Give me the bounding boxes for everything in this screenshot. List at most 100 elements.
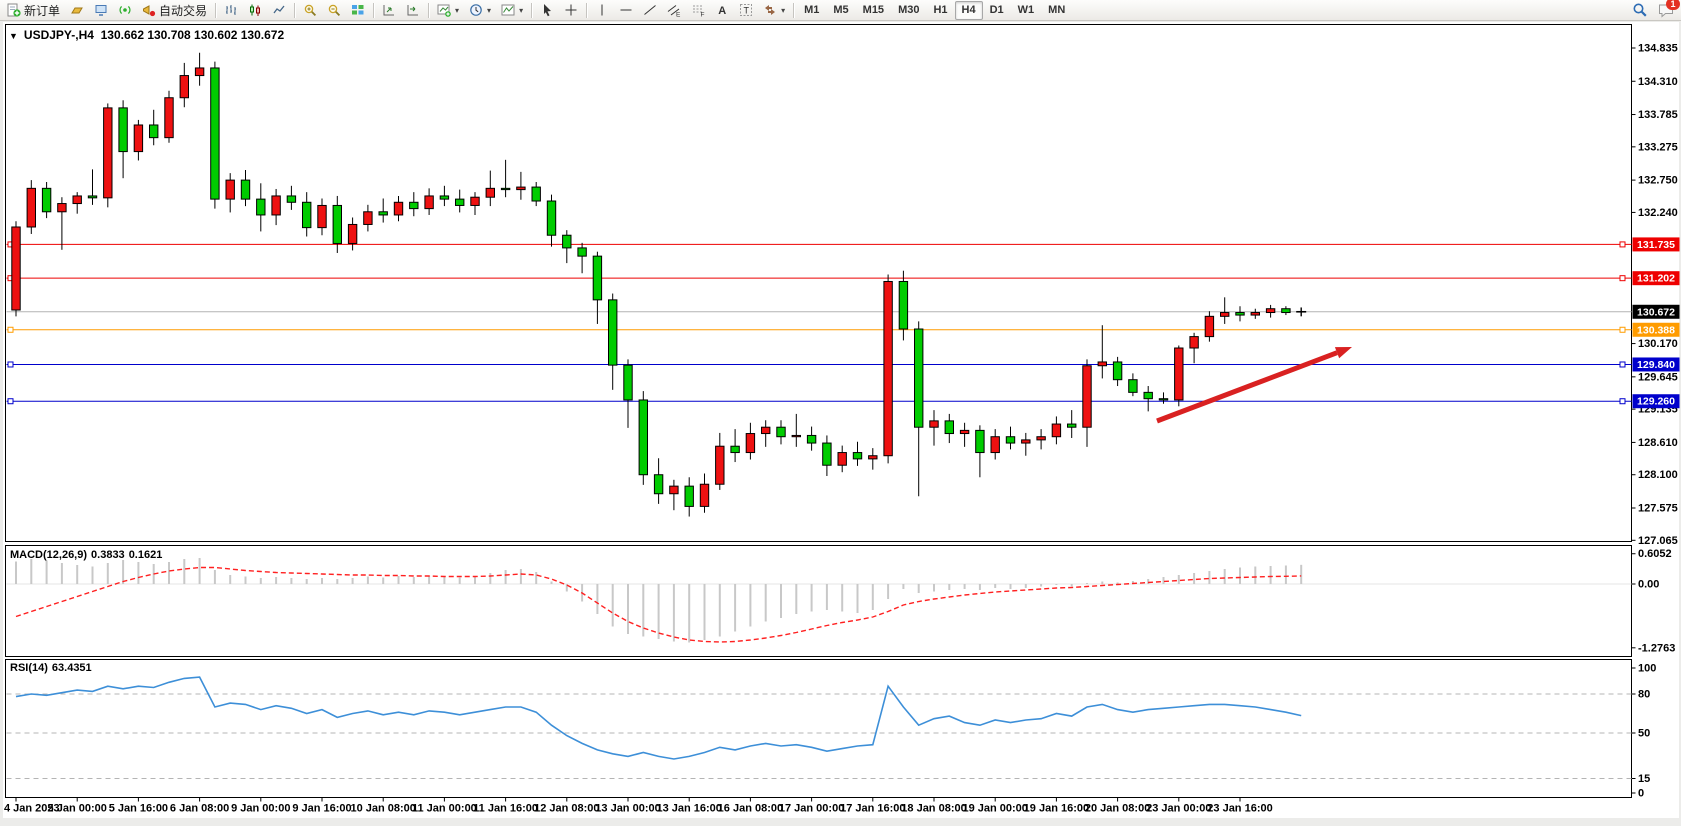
- crosshair-icon[interactable]: [559, 0, 583, 21]
- symbol-dropdown-icon[interactable]: ▼: [9, 31, 18, 41]
- text-icon[interactable]: A: [710, 0, 734, 21]
- candle-up: [134, 125, 142, 152]
- tf-d1-button[interactable]: D1: [983, 1, 1011, 20]
- new-chart-dropdown[interactable]: ▾: [432, 0, 464, 21]
- candle-up: [364, 212, 372, 225]
- time-axis-label: 10 Jan 08:00: [350, 803, 415, 815]
- label-icon[interactable]: T: [734, 0, 758, 21]
- chat-button[interactable]: 1: [1653, 0, 1679, 21]
- candle-up: [1022, 440, 1030, 443]
- svg-text:132.750: 132.750: [1638, 175, 1678, 187]
- tf-m5-button[interactable]: M5: [826, 1, 855, 20]
- fibonacci-icon[interactable]: F: [686, 0, 710, 21]
- ohlc-values: 130.662 130.708 130.602 130.672: [101, 28, 285, 42]
- autotrading-button[interactable]: 自动交易: [137, 0, 212, 21]
- candle-down: [1113, 362, 1121, 380]
- templates-dropdown[interactable]: ▾: [496, 0, 528, 21]
- tf-h4-button[interactable]: H4: [955, 1, 983, 20]
- line-handle[interactable]: [1620, 399, 1625, 404]
- channel-icon[interactable]: E: [662, 0, 686, 21]
- time-axis-label: 6 Jan 08:00: [170, 803, 229, 815]
- line-handle[interactable]: [8, 399, 13, 404]
- svg-text:127.575: 127.575: [1638, 502, 1678, 514]
- candle-down: [563, 235, 571, 248]
- candle-down: [547, 201, 555, 235]
- candle-up: [792, 435, 800, 436]
- tf-m1-button[interactable]: M1: [797, 1, 826, 20]
- terminal-window: 新订单自动交易▾▾▾EFAT▾M1M5M15M30H1H4D1W1MN1 134…: [0, 0, 1681, 826]
- svg-text:0.6052: 0.6052: [1638, 548, 1672, 560]
- auto-scroll-icon[interactable]: [401, 0, 425, 21]
- rsi-pane: [6, 660, 1632, 798]
- tf-w1-button[interactable]: W1: [1011, 1, 1042, 20]
- chart-shift-icon[interactable]: [377, 0, 401, 21]
- line-handle[interactable]: [1620, 327, 1625, 332]
- trendline-icon[interactable]: [638, 0, 662, 21]
- candle-up: [486, 188, 494, 197]
- candle-up: [58, 204, 66, 212]
- line-chart-icon[interactable]: [267, 0, 291, 21]
- candle-down: [333, 205, 341, 243]
- cursor-icon[interactable]: [535, 0, 559, 21]
- svg-text:133.275: 133.275: [1638, 141, 1678, 153]
- candle-up: [746, 434, 754, 453]
- chart-canvas[interactable]: 134.835134.310133.785133.275132.750132.2…: [0, 0, 1681, 826]
- mql-market-icon[interactable]: [65, 0, 89, 21]
- tf-h1-button[interactable]: H1: [926, 1, 954, 20]
- search-button[interactable]: [1627, 0, 1653, 21]
- price-tag-text: 130.672: [1637, 306, 1675, 318]
- candle-down: [440, 196, 448, 199]
- candle-up: [1221, 313, 1229, 317]
- candle-up: [73, 196, 81, 204]
- candle-down: [1144, 392, 1152, 398]
- tf-m30-button[interactable]: M30: [891, 1, 926, 20]
- line-handle[interactable]: [1620, 276, 1625, 281]
- candle-down: [853, 453, 861, 459]
- candle-down: [150, 125, 158, 138]
- periodicity-dropdown[interactable]: ▾: [464, 0, 496, 21]
- horizontal-line-icon[interactable]: [614, 0, 638, 21]
- zoom-in-icon[interactable]: [298, 0, 322, 21]
- candle-down: [976, 430, 984, 452]
- candle-down: [823, 443, 831, 465]
- time-axis-label: 9 Jan 16:00: [292, 803, 351, 815]
- time-axis-label: 12 Jan 08:00: [534, 803, 599, 815]
- candle-down: [410, 202, 418, 208]
- candle-down: [639, 400, 647, 475]
- periodicity-icon: [469, 3, 483, 17]
- svg-text:50: 50: [1638, 728, 1650, 740]
- time-axis-label: 17 Jan 16:00: [840, 803, 905, 815]
- line-handle[interactable]: [1620, 242, 1625, 247]
- candlestick-chart-icon[interactable]: [243, 0, 267, 21]
- signals-icon[interactable]: [113, 0, 137, 21]
- candle-up: [869, 456, 877, 459]
- cursor-icon-icon: [540, 3, 554, 17]
- toolbar-separator: [294, 3, 295, 18]
- market-watch-icon[interactable]: [89, 0, 113, 21]
- candle-up: [517, 187, 525, 190]
- svg-text:80: 80: [1638, 689, 1650, 701]
- tile-windows-icon[interactable]: [346, 0, 370, 21]
- tf-mn-button[interactable]: MN: [1041, 1, 1072, 20]
- vertical-line-icon[interactable]: [590, 0, 614, 21]
- time-axis-label: 13 Jan 00:00: [595, 803, 660, 815]
- zoom-out-icon[interactable]: [322, 0, 346, 21]
- macd-signal-value: 0.1621: [129, 549, 163, 561]
- svg-text:100: 100: [1638, 663, 1656, 675]
- line-handle[interactable]: [1620, 362, 1625, 367]
- shapes-icon: [763, 3, 777, 17]
- macd-name: MACD(12,26,9): [10, 549, 87, 561]
- shapes-dropdown[interactable]: ▾: [758, 0, 790, 21]
- bar-chart-icon[interactable]: [219, 0, 243, 21]
- price-tag-text: 129.840: [1637, 359, 1675, 371]
- tf-m15-button[interactable]: M15: [856, 1, 891, 20]
- line-handle[interactable]: [8, 362, 13, 367]
- line-handle[interactable]: [8, 327, 13, 332]
- candle-down: [1006, 437, 1014, 443]
- new-order-button[interactable]: 新订单: [2, 0, 65, 21]
- main-chart-pane: [6, 25, 1632, 542]
- chat-icon: 1: [1658, 3, 1674, 18]
- svg-text:F: F: [701, 12, 705, 18]
- time-axis-label: 19 Jan 00:00: [962, 803, 1027, 815]
- chart-window-background: [3, 22, 1679, 818]
